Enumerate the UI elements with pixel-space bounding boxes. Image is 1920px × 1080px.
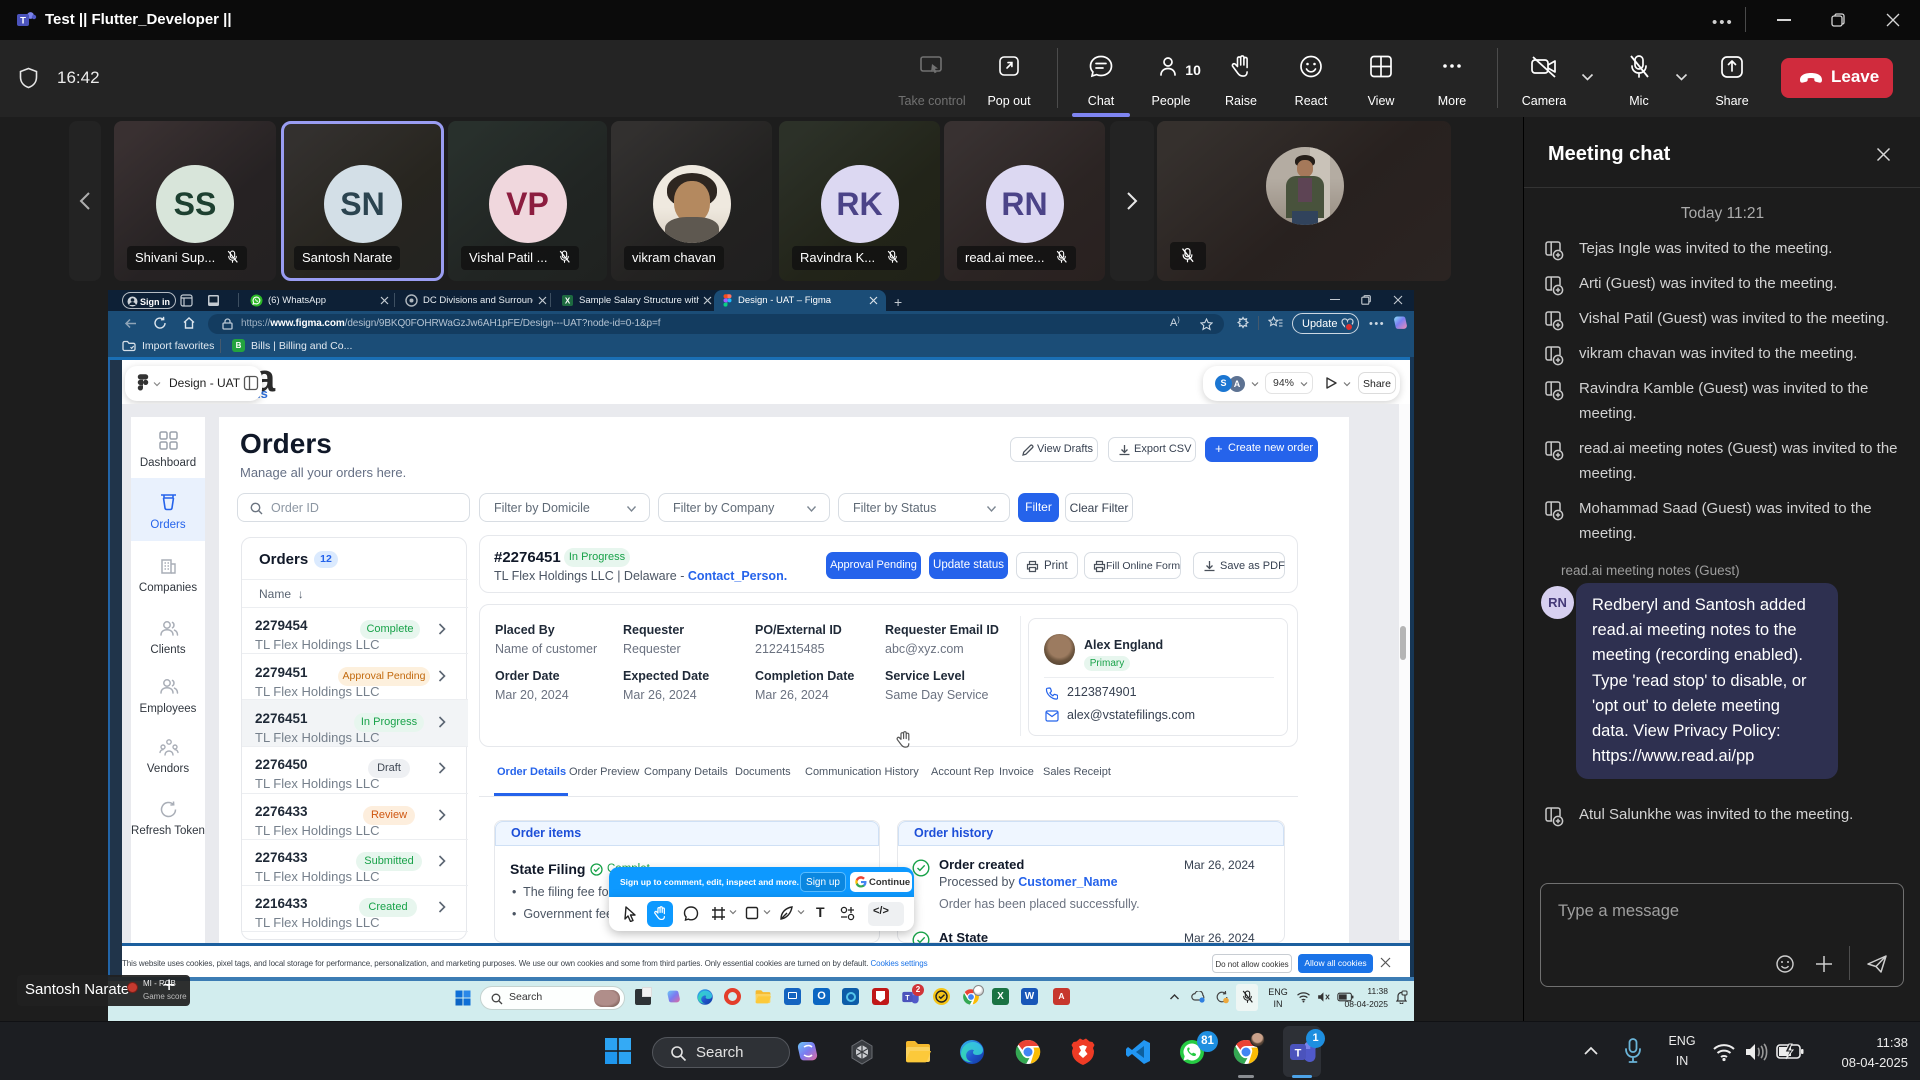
svg-text:T: T	[20, 16, 26, 27]
svg-text:X: X	[565, 297, 571, 306]
svg-text:T: T	[905, 995, 910, 1002]
svg-text:T: T	[1295, 1048, 1302, 1060]
